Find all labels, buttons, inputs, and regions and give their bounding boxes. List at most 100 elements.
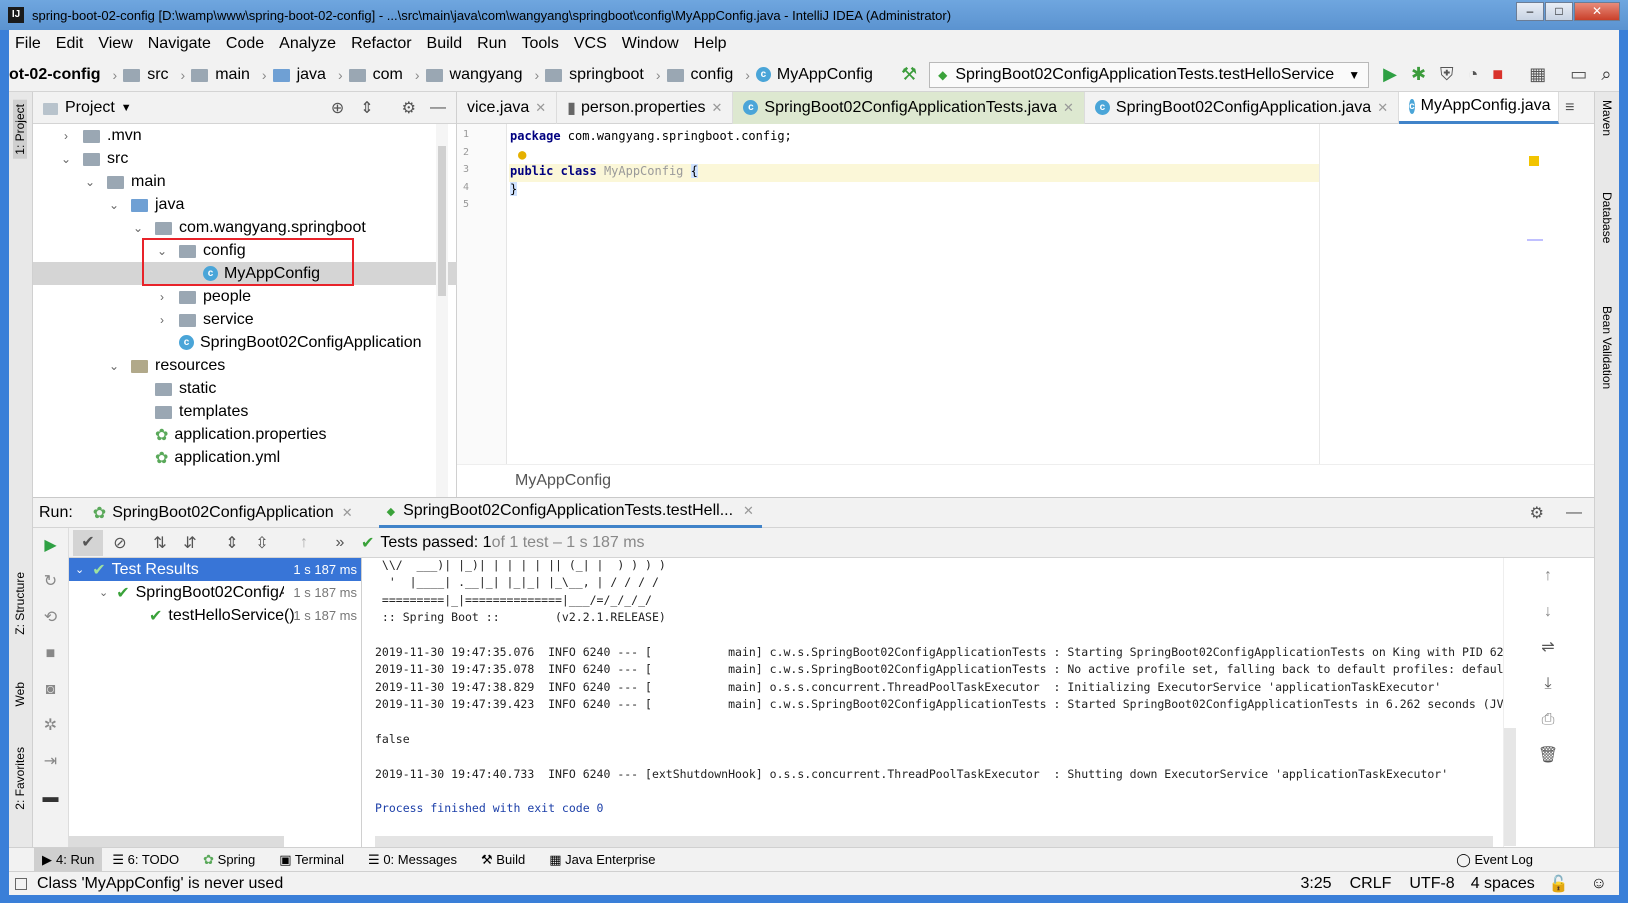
indent-setting[interactable]: 4 spaces [1471,875,1535,893]
more-icon[interactable]: » [325,534,355,552]
search-icon[interactable]: ⌕ [1601,64,1611,85]
tree-item-static[interactable]: static [33,377,443,400]
toolwin-messages[interactable]: ☰ 0: Messages [368,852,457,868]
soft-wrap-icon[interactable]: ⇌ [1530,630,1566,666]
down-icon[interactable]: ↓ [1530,594,1566,630]
trash-icon[interactable]: 🗑 [1530,738,1566,774]
chevron-down-icon[interactable]: ▼ [121,102,132,114]
toolwin-java-enterprise[interactable]: ▦ Java Enterprise [549,852,655,868]
tab-service-java[interactable]: vice.java ✕ [457,91,558,124]
toggle-autotest-icon[interactable]: ⟲ [33,600,68,636]
tab-application-tests[interactable]: c SpringBoot02ConfigApplicationTests.java… [733,91,1085,124]
toolwin-spring[interactable]: ✿ Spring [203,852,255,868]
run-icon[interactable]: ▶ [1383,64,1397,85]
line-separator[interactable]: CRLF [1350,875,1392,893]
tree-item-application-class[interactable]: c SpringBoot02ConfigApplication [33,331,443,354]
caret-position[interactable]: 3:25 [1300,875,1331,893]
close-tab-icon[interactable]: ✕ [711,100,722,116]
hammer-icon[interactable]: ⚒ [901,64,917,85]
tree-item-templates[interactable]: templates [33,400,443,423]
crumb-springboot[interactable]: springboot [569,66,644,84]
camera-icon[interactable]: ◙ [33,672,68,708]
menu-window[interactable]: Window [622,35,679,53]
toolwin-run[interactable]: ▶ 4: Run [34,848,103,871]
crumb-project[interactable]: ot-02-config [9,66,101,84]
tab-application[interactable]: c SpringBoot02ConfigApplication.java ✕ [1085,91,1400,124]
bean-validation-tool-tab[interactable]: Bean Validation [1600,306,1614,389]
stop-icon[interactable]: ■ [33,636,68,672]
maven-tool-tab[interactable]: Maven [1600,100,1614,136]
inspector-icon[interactable]: ☺ [1591,875,1607,893]
sort-alpha-icon[interactable]: ⇅ [145,533,175,553]
tree-scrollbar[interactable] [436,124,448,497]
hide-icon[interactable]: — [1566,504,1582,522]
menu-edit[interactable]: Edit [56,35,84,53]
rerun-failed-icon[interactable]: ↻ [33,564,68,600]
collapse-all-icon[interactable]: ⇳ [247,533,277,553]
locate-icon[interactable]: ⊕ [331,98,344,118]
crumb-config[interactable]: config [691,66,734,84]
menu-view[interactable]: View [98,35,132,53]
sort-duration-icon[interactable]: ⇵ [175,533,205,553]
coverage-icon[interactable]: ⛨ [1440,64,1454,85]
run-tab-application[interactable]: SpringBoot02ConfigApplication [112,504,333,522]
tab-list-icon[interactable]: ≡ [1565,99,1574,117]
scroll-to-end-icon[interactable]: ⤓ [1530,666,1566,702]
console-output[interactable]: \\/ ___)| |_)| | | | | || (_| | ) ) ) ) … [363,558,1503,848]
structure-tool-tab[interactable]: Z: Structure [13,572,27,635]
file-encoding[interactable]: UTF-8 [1409,875,1454,893]
tab-person-properties[interactable]: ▮ person.properties ✕ [557,91,734,124]
web-tool-tab[interactable]: Web [13,682,27,706]
toolwin-build[interactable]: ⚒ Build [481,852,525,868]
console-vertical-scrollbar[interactable] [1504,728,1516,846]
tree-item-src[interactable]: ⌄ src [33,147,443,170]
crumb-wangyang[interactable]: wangyang [450,66,523,84]
crumb-src[interactable]: src [147,66,168,84]
menu-run[interactable]: Run [477,35,506,53]
previous-failed-icon[interactable]: ↑ [289,534,319,552]
export-icon[interactable]: ⇥ [33,744,68,780]
menu-tools[interactable]: Tools [521,35,558,53]
close-button[interactable]: ✕ [1574,2,1620,21]
up-icon[interactable]: ↑ [1530,558,1566,594]
tree-item-application-properties[interactable]: ✿ application.properties [33,423,443,446]
tree-item-mvn[interactable]: › .mvn [33,124,443,147]
menu-build[interactable]: Build [427,35,463,53]
warning-marker-icon[interactable] [1529,156,1539,166]
close-tab-icon[interactable]: ✕ [743,503,754,519]
lock-icon[interactable]: 🔓 [1549,874,1569,894]
toggle-tool-windows-icon[interactable] [15,877,27,890]
crumb-com[interactable]: com [373,66,403,84]
tree-item-java[interactable]: ⌄ java [33,193,443,216]
show-passed-icon[interactable]: ✔ [73,529,103,556]
tree-item-package-root[interactable]: ⌄ com.wangyang.springboot [33,216,443,239]
toolwin-event-log[interactable]: ◯ Event Log [1456,852,1533,868]
debug-icon[interactable]: ✱ [1411,64,1426,85]
test-results-root[interactable]: ⌄ ✔ Test Results 1 s 187 ms [69,558,361,581]
crumb-java[interactable]: java [297,66,326,84]
gear-icon[interactable]: ⚙ [402,98,416,118]
lightbulb-icon[interactable]: ● [518,147,526,163]
tab-myappconfig[interactable]: c MyAppConfig.java [1399,91,1560,124]
collapse-all-icon[interactable]: ⇕ [360,98,373,118]
show-ignored-icon[interactable]: ⊘ [105,533,135,553]
profile-icon[interactable]: ◔ [1468,64,1479,85]
close-tab-icon[interactable]: ✕ [1063,100,1074,116]
stop-icon[interactable]: ■ [1492,64,1503,85]
close-tab-icon[interactable]: ✕ [1377,100,1388,116]
maximize-button[interactable]: □ [1545,2,1573,21]
menu-analyze[interactable]: Analyze [279,35,336,53]
minimize-button[interactable]: – [1516,2,1544,21]
code-area[interactable]: package com.wangyang.springboot.config; … [509,124,1589,217]
hide-icon[interactable]: — [430,99,446,117]
toolwin-todo[interactable]: ☰ 6: TODO [112,852,179,868]
project-structure-icon[interactable]: ▦ [1529,64,1546,85]
expand-all-icon[interactable]: ⇕ [217,533,247,553]
favorites-tool-tab[interactable]: 2: Favorites [13,747,27,810]
close-tab-icon[interactable]: ✕ [535,100,546,116]
print-icon[interactable]: ⎙ [1530,702,1566,738]
test-class-row[interactable]: ⌄ ✔ SpringBoot02ConfigA 1 s 187 ms [69,581,361,604]
settings-icon[interactable]: ✲ [33,708,68,744]
run-tab-tests[interactable]: ◆ SpringBoot02ConfigApplicationTests.tes… [378,498,762,528]
menu-help[interactable]: Help [694,35,727,53]
